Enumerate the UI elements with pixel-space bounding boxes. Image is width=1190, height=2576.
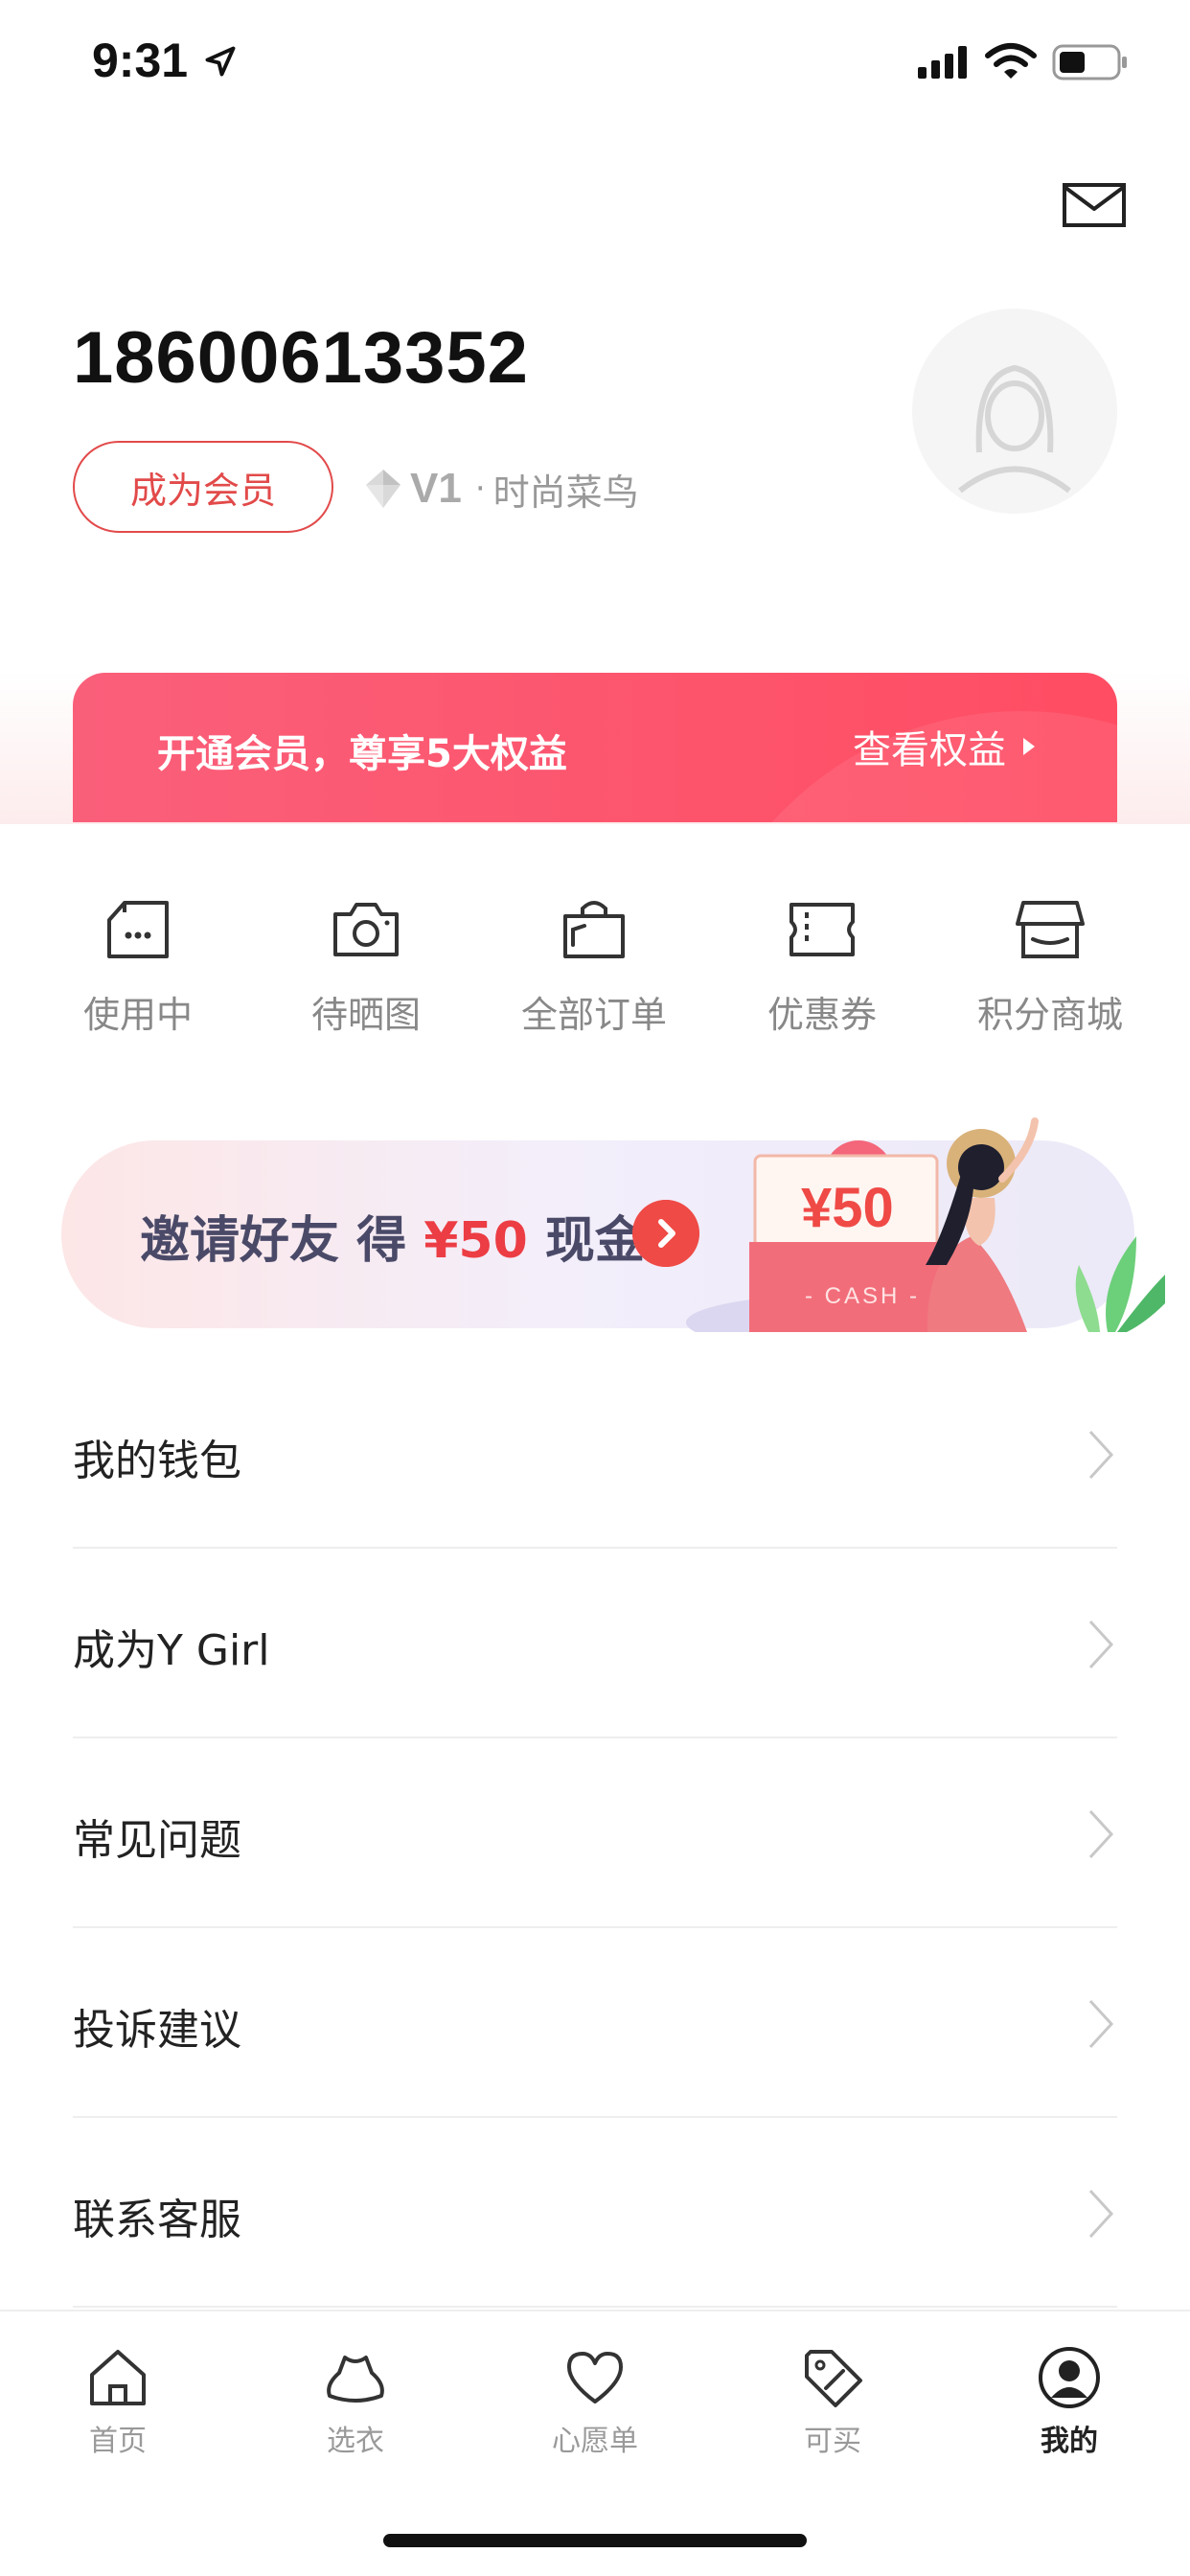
menu-item-faq[interactable]: 常见问题 [73, 1738, 1117, 1928]
triangle-right-icon [1023, 738, 1035, 755]
home-indicator[interactable] [383, 2534, 807, 2547]
menu-item-label: 我的钱包 [73, 1437, 241, 1485]
view-benefits-link[interactable]: 查看权益 [853, 719, 1035, 774]
view-benefits-label: 查看权益 [853, 728, 1006, 772]
coupon-icon [790, 903, 855, 956]
chevron-right-icon [1088, 1430, 1114, 1480]
tab-mine[interactable]: 我的 [993, 2344, 1146, 2459]
store-icon [1016, 901, 1085, 958]
menu-item-label: 投诉建议 [73, 2006, 241, 2055]
become-member-button[interactable]: 成为会员 [73, 441, 333, 533]
invite-text-suffix: 现金 [544, 1212, 645, 1270]
menu-item-label: 常见问题 [73, 1816, 241, 1865]
clothes-icon [327, 2356, 384, 2403]
tab-buyable[interactable]: 可买 [756, 2344, 909, 2459]
action-label: 待晒图 [310, 994, 421, 1036]
status-time: 9:31 [92, 34, 189, 87]
wifi-icon [985, 43, 1037, 79]
tab-label: 我的 [1041, 2425, 1098, 2458]
menu-item-customer-service[interactable]: 联系客服 [73, 2118, 1117, 2308]
camera-icon [333, 903, 399, 956]
menu-item-label: 联系客服 [73, 2196, 241, 2244]
cash-card-label: - CASH - [805, 1283, 920, 1309]
level-name: 时尚菜鸟 [492, 471, 639, 514]
diamond-icon [366, 470, 400, 508]
invite-amount: ¥50 [423, 1212, 528, 1270]
member-banner[interactable]: 开通会员，尊享5大权益 查看权益 [73, 673, 1117, 822]
tag-icon [805, 2350, 862, 2407]
tab-clothes[interactable]: 选衣 [279, 2344, 432, 2459]
cash-card-amount: ¥50 [801, 1177, 894, 1239]
heart-icon [567, 2352, 623, 2404]
action-label: 全部订单 [520, 994, 667, 1036]
menu-item-y-girl[interactable]: 成为Y Girl [73, 1549, 1117, 1738]
in-use-box-icon [107, 901, 169, 958]
avatar[interactable] [912, 309, 1117, 514]
action-coupons[interactable]: 优惠券 [726, 891, 918, 1038]
level-separator: · [474, 470, 486, 508]
invite-text: 邀请好友 得 ¥50 现金 [140, 1200, 645, 1272]
tab-label: 可买 [804, 2425, 861, 2458]
shopping-bag-icon [563, 901, 625, 958]
action-pending-photos[interactable]: 待晒图 [270, 891, 462, 1038]
location-arrow-icon [205, 46, 236, 77]
tab-home[interactable]: 首页 [41, 2344, 195, 2459]
quick-actions: 使用中 待晒图 全部订单 优惠券 积分商城 [0, 891, 1190, 1054]
action-label: 优惠券 [767, 994, 877, 1036]
tab-label: 心愿单 [552, 2425, 638, 2458]
action-points-mall[interactable]: 积分商城 [954, 891, 1146, 1038]
tab-wishlist[interactable]: 心愿单 [518, 2344, 672, 2459]
user-phone-number: 18600613352 [73, 317, 529, 399]
profile-icon [1039, 2347, 1100, 2408]
member-banner-text: 开通会员，尊享5大权益 [157, 732, 567, 776]
chevron-right-icon [1088, 2189, 1114, 2239]
menu-item-feedback[interactable]: 投诉建议 [73, 1928, 1117, 2118]
mail-icon[interactable] [1062, 182, 1127, 228]
chevron-right-icon [1088, 1620, 1114, 1669]
action-in-use[interactable]: 使用中 [42, 891, 234, 1038]
tab-label: 首页 [89, 2425, 147, 2458]
home-icon [90, 2350, 146, 2405]
chevron-right-icon [1088, 1809, 1114, 1859]
action-all-orders[interactable]: 全部订单 [498, 891, 690, 1038]
battery-icon [1052, 44, 1127, 80]
member-level: V1 · 时尚菜鸟 [364, 460, 639, 518]
action-label: 使用中 [82, 994, 193, 1036]
invite-text-prefix: 邀请好友 得 [140, 1212, 407, 1270]
tab-label: 选衣 [327, 2425, 384, 2458]
cellular-signal-icon [918, 46, 967, 79]
chevron-right-icon [1088, 1999, 1114, 2049]
invite-illustration: ¥50 - CASH - [686, 1117, 1165, 1332]
menu-item-label: 成为Y Girl [73, 1626, 270, 1675]
menu-item-wallet[interactable]: 我的钱包 [73, 1359, 1117, 1549]
avatar-placeholder-icon [958, 364, 1071, 494]
action-label: 积分商城 [976, 994, 1123, 1036]
status-bar: 9:31 [0, 0, 1190, 126]
level-code: V1 [410, 465, 462, 512]
